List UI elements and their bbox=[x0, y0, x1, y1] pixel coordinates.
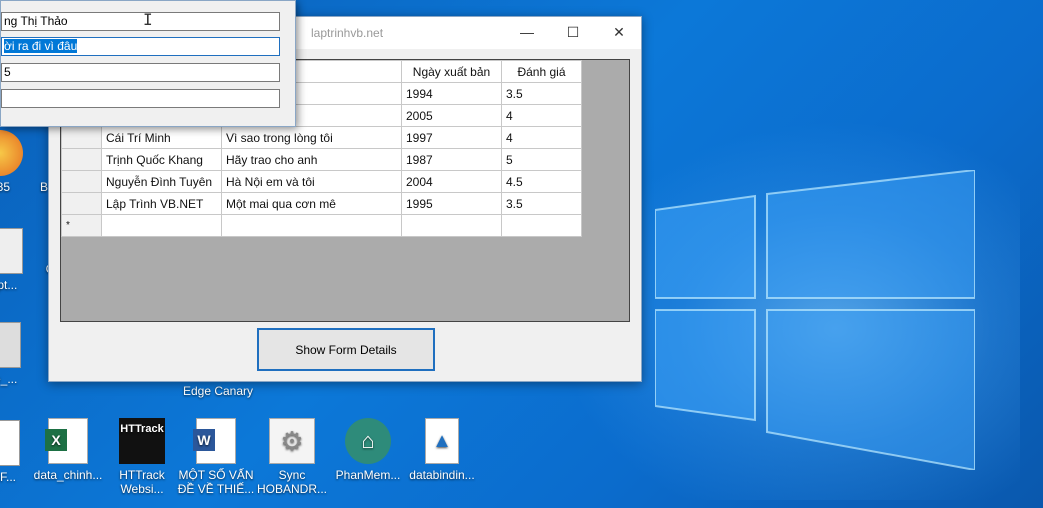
year-field[interactable]: 5 bbox=[1, 63, 280, 82]
text-cursor-icon: I bbox=[143, 10, 153, 29]
table-row[interactable]: Trịnh Quốc Khang Hãy trao cho anh 1987 5 bbox=[61, 148, 582, 171]
icon-label: B bbox=[39, 180, 48, 194]
desktop-icon-word-doc[interactable]: W MỘT SỐ VẤN ĐỀ VỀ THIẾ... bbox=[176, 418, 256, 496]
icon-label: te_... bbox=[0, 372, 18, 386]
row-header[interactable] bbox=[61, 192, 102, 215]
rating-cell[interactable]: 3.5 bbox=[501, 192, 582, 215]
new-row-marker[interactable]: * bbox=[61, 214, 102, 237]
file-icon bbox=[0, 420, 20, 466]
windows-logo-icon bbox=[655, 170, 975, 470]
year-cell[interactable]: 1997 bbox=[401, 126, 502, 149]
close-button[interactable]: ✕ bbox=[596, 17, 642, 47]
show-form-details-button[interactable]: Show Form Details bbox=[257, 328, 435, 371]
title-cell[interactable]: Hãy trao cho anh bbox=[221, 148, 402, 171]
author-cell[interactable]: Trịnh Quốc Khang bbox=[101, 148, 222, 171]
row-header[interactable] bbox=[61, 170, 102, 193]
year-cell[interactable]: 2005 bbox=[401, 104, 502, 127]
title-cell[interactable]: Vì sao trong lòng tôi bbox=[221, 126, 402, 149]
desktop-icon-phanmem[interactable]: ⌂ PhanMem... bbox=[328, 418, 408, 482]
row-header[interactable] bbox=[61, 126, 102, 149]
desktop-icon-httrack[interactable]: HTTrack HTTrack Websi... bbox=[102, 418, 182, 496]
table-row[interactable]: Lập Trình VB.NET Một mai qua cơn mê 1995… bbox=[61, 192, 582, 215]
gear-icon: ⚙ bbox=[269, 418, 315, 464]
title-field[interactable]: ời ra đi vì đâu bbox=[1, 37, 280, 56]
icon-label: vsF... bbox=[0, 470, 16, 484]
maximize-button[interactable]: ☐ bbox=[550, 17, 596, 47]
icon-label: databindin... bbox=[409, 468, 475, 482]
httrack-icon: HTTrack bbox=[119, 418, 165, 464]
title-cell[interactable] bbox=[221, 214, 402, 237]
year-cell[interactable] bbox=[401, 214, 502, 237]
desktop-icon-sync[interactable]: ⚙ Sync HOBANDR... bbox=[252, 418, 332, 496]
rating-cell[interactable]: 4 bbox=[501, 104, 582, 127]
year-cell[interactable]: 1995 bbox=[401, 192, 502, 215]
desktop-icon-data-chinh[interactable]: X data_chinh... bbox=[28, 418, 108, 482]
year-cell[interactable]: 1994 bbox=[401, 82, 502, 105]
new-row[interactable]: * bbox=[61, 214, 582, 237]
rating-cell[interactable]: 4 bbox=[501, 126, 582, 149]
table-row[interactable]: Nguyễn Đình Tuyên Hà Nội em và tôi 2004 … bbox=[61, 170, 582, 193]
year-cell[interactable]: 2004 bbox=[401, 170, 502, 193]
rating-cell[interactable]: 5 bbox=[501, 148, 582, 171]
file-icon bbox=[0, 322, 21, 368]
desktop-icon-te[interactable]: te_... bbox=[0, 322, 44, 386]
column-header-rating[interactable]: Đánh giá bbox=[501, 60, 582, 83]
rating-cell[interactable] bbox=[501, 214, 582, 237]
author-cell[interactable] bbox=[101, 214, 222, 237]
selected-text: ời ra đi vì đâu bbox=[4, 39, 78, 53]
desktop-icon-edge-canary[interactable]: Edge Canary bbox=[178, 384, 258, 398]
icon-label: MỘT SỐ VẤN ĐỀ VỀ THIẾ... bbox=[177, 468, 255, 496]
details-form-window: ng Thị Thảo ời ra đi vì đâu 5 I bbox=[0, 0, 296, 127]
title-cell[interactable]: Một mai qua cơn mê bbox=[221, 192, 402, 215]
icon-label: Sync HOBANDR... bbox=[256, 468, 327, 496]
word-icon: W bbox=[193, 418, 236, 464]
desktop-icon-databinding[interactable]: ▲ databindin... bbox=[402, 418, 482, 482]
window-title: laptrinhvb.net bbox=[311, 26, 384, 40]
rating-cell[interactable]: 4.5 bbox=[501, 170, 582, 193]
icon-label: apt... bbox=[0, 278, 18, 292]
icon-label: HTTrack Websi... bbox=[119, 468, 165, 496]
minimize-button[interactable]: — bbox=[504, 17, 550, 47]
author-cell[interactable]: Nguyễn Đình Tuyên bbox=[101, 170, 222, 193]
author-field[interactable]: ng Thị Thảo bbox=[1, 12, 280, 31]
column-header-publish-date[interactable]: Ngày xuất bản bbox=[401, 60, 502, 83]
row-header[interactable] bbox=[61, 148, 102, 171]
icon-label: data_chinh... bbox=[33, 468, 103, 482]
icon-label: PhanMem... bbox=[335, 468, 401, 482]
icon-label: Edge Canary bbox=[182, 384, 254, 398]
excel-icon: X bbox=[45, 418, 88, 464]
image-file-icon: ▲ bbox=[425, 418, 459, 464]
author-cell[interactable]: Lập Trình VB.NET bbox=[101, 192, 222, 215]
author-cell[interactable]: Cái Trí Minh bbox=[101, 126, 222, 149]
table-row[interactable]: Cái Trí Minh Vì sao trong lòng tôi 1997 … bbox=[61, 126, 582, 149]
rating-cell[interactable]: 3.5 bbox=[501, 82, 582, 105]
year-cell[interactable]: 1987 bbox=[401, 148, 502, 171]
rating-field[interactable] bbox=[1, 89, 280, 108]
house-icon: ⌂ bbox=[345, 418, 391, 464]
title-cell[interactable]: Hà Nội em và tôi bbox=[221, 170, 402, 193]
